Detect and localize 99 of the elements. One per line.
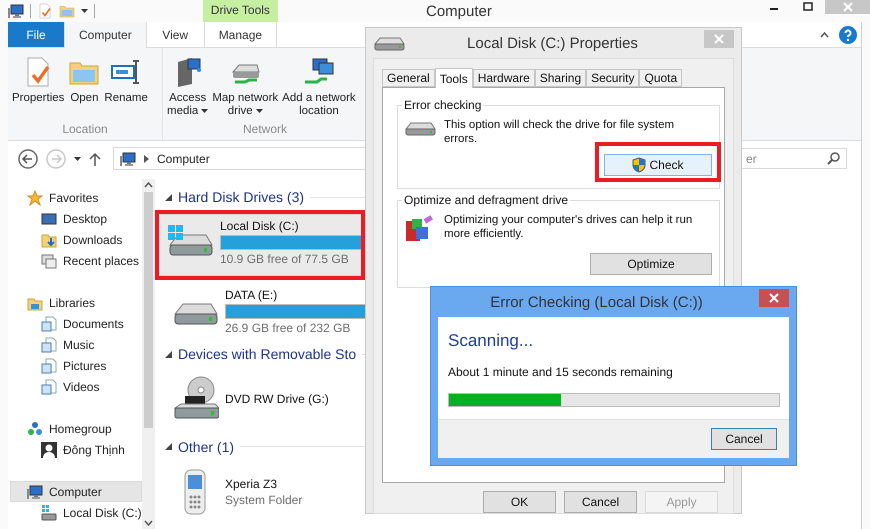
item-detail: 10.9 GB free of 77.5 GB (220, 252, 350, 266)
ribbon-button[interactable]: Open (66, 52, 102, 109)
section-description: Optimizing your computer's drives can help it run more efficiently. (444, 213, 694, 241)
caret-icon (74, 156, 81, 160)
section-title: Optimize and defragment drive (403, 193, 570, 207)
up-arrow-icon (89, 152, 101, 166)
close-icon (714, 34, 724, 44)
computer-icon (27, 484, 43, 500)
caret-icon (81, 9, 88, 13)
search-icon (827, 152, 840, 165)
item-name: Xperia Z3 (225, 477, 278, 492)
download-folder-icon (41, 232, 57, 248)
cancel-button[interactable]: Cancel (711, 428, 777, 450)
up-button[interactable] (89, 152, 101, 166)
caret-icon (201, 108, 208, 113)
homegroup-icon (27, 420, 43, 436)
close-icon (769, 293, 779, 303)
navigation-item[interactable]: Desktop (10, 208, 142, 229)
dialog-tab[interactable]: General (382, 69, 435, 87)
ribbon-button[interactable]: Rename (102, 52, 150, 109)
ribbon-button[interactable]: Map network drive (210, 52, 280, 122)
navigation-item[interactable]: Recent places (10, 250, 142, 271)
ribbon-group-label: Network (242, 122, 288, 138)
star-icon (27, 190, 43, 206)
dialog-tab[interactable]: Security (586, 69, 640, 87)
group-heading[interactable]: Hard Disk Drives (3) (178, 189, 304, 206)
file-menu-tab[interactable]: File (8, 22, 64, 47)
dialog-tab[interactable]: Hardware (472, 69, 535, 87)
ribbon-tab[interactable]: Computer (64, 22, 147, 48)
section-description: This option will check the drive for file system errors. (444, 118, 676, 146)
navigation-item[interactable]: Libraries (10, 292, 142, 313)
dialog-button[interactable]: OK (483, 491, 556, 513)
group-heading[interactable]: Devices with Removable Sto (178, 346, 356, 362)
dialog-tab[interactable]: Tools (434, 68, 473, 88)
navigation-item[interactable]: Homegroup (10, 418, 142, 439)
item-detail: System Folder (225, 493, 304, 508)
desktop-icon (41, 210, 57, 226)
drive-tile[interactable]: DVD RW Drive (G:) (165, 366, 365, 432)
close-button[interactable] (759, 289, 789, 307)
search-field[interactable]: er (739, 148, 847, 169)
help-icon (839, 26, 857, 44)
ribbon-group-label: Location (61, 122, 109, 138)
ribbon-tab[interactable]: Manage (204, 22, 278, 47)
dialog-title: Local Disk (C:) Properties (466, 34, 639, 52)
ribbon-button[interactable]: Add a network location (280, 52, 358, 122)
recent-places-icon (41, 252, 57, 268)
maximize-icon (803, 2, 813, 12)
dialog-tab[interactable]: Sharing (534, 69, 586, 87)
item-name: Local Disk (C:) (220, 219, 300, 234)
navigation-item[interactable]: Pictures (10, 355, 142, 376)
chevron-up-icon (144, 182, 153, 188)
group-heading[interactable]: Other (1) (178, 438, 234, 455)
computer-icon (8, 3, 24, 19)
time-remaining: About 1 minute and 15 seconds remaining (448, 365, 674, 379)
navigation-item[interactable]: Documents (10, 313, 142, 334)
navigation-item[interactable]: Favorites (10, 187, 142, 208)
document-check-icon (37, 3, 53, 19)
collapse-arrow-icon[interactable] (165, 350, 172, 358)
status-heading: Scanning... (448, 331, 534, 351)
navigation-item[interactable]: Đông Thịnh (10, 439, 142, 460)
collapse-arrow-icon[interactable] (165, 443, 172, 450)
scrollbar[interactable] (142, 179, 155, 529)
navigation-item[interactable]: Local Disk (C:) (10, 502, 142, 523)
navigation-item[interactable]: Downloads (10, 229, 142, 250)
collapse-arrow-icon[interactable] (165, 194, 172, 201)
item-name: DATA (E:) (225, 288, 278, 302)
user-icon (41, 442, 57, 458)
navigation-item[interactable]: Music (10, 334, 142, 355)
dialog-title: Error Checking (Local Disk (C:)) (489, 294, 704, 310)
recent-locations-button[interactable] (74, 156, 81, 160)
dialog-tab[interactable]: Quota (639, 69, 682, 87)
drive-tile[interactable]: Xperia Z3 System Folder (165, 459, 365, 526)
check-button[interactable]: Check (604, 154, 712, 176)
folder-icon (59, 3, 75, 19)
chevron-up-icon (820, 32, 829, 38)
dialog-button[interactable]: Cancel (564, 491, 637, 513)
navigation-item[interactable]: Computer (10, 481, 142, 502)
library-document-icon (41, 316, 57, 332)
library-document-icon (41, 358, 57, 374)
drive-tile[interactable]: DATA (E:) 26.9 GB free of 232 GB (165, 284, 365, 340)
section-title: Error checking (403, 98, 482, 112)
chevron-down-icon (144, 520, 153, 526)
library-document-icon (41, 378, 57, 394)
close-icon (842, 2, 852, 12)
ribbon-button[interactable]: Properties (10, 52, 66, 109)
library-document-icon (41, 336, 57, 352)
optimize-button[interactable]: Optimize (590, 253, 712, 275)
navigation-item[interactable]: Videos (10, 376, 142, 397)
back-button[interactable] (18, 148, 38, 168)
window-title: Computer (425, 2, 493, 20)
caret-icon (256, 108, 263, 113)
computer-icon (120, 150, 136, 166)
breadcrumb-arrow-icon (144, 154, 149, 162)
item-detail: 26.9 GB free of 232 GB (225, 321, 352, 336)
item-name: DVD RW Drive (G:) (225, 392, 330, 406)
shield-icon (632, 157, 646, 173)
address-path: Computer (157, 152, 210, 166)
context-tab-label: Drive Tools (202, 0, 278, 22)
ribbon-button[interactable]: Access media (165, 52, 210, 122)
